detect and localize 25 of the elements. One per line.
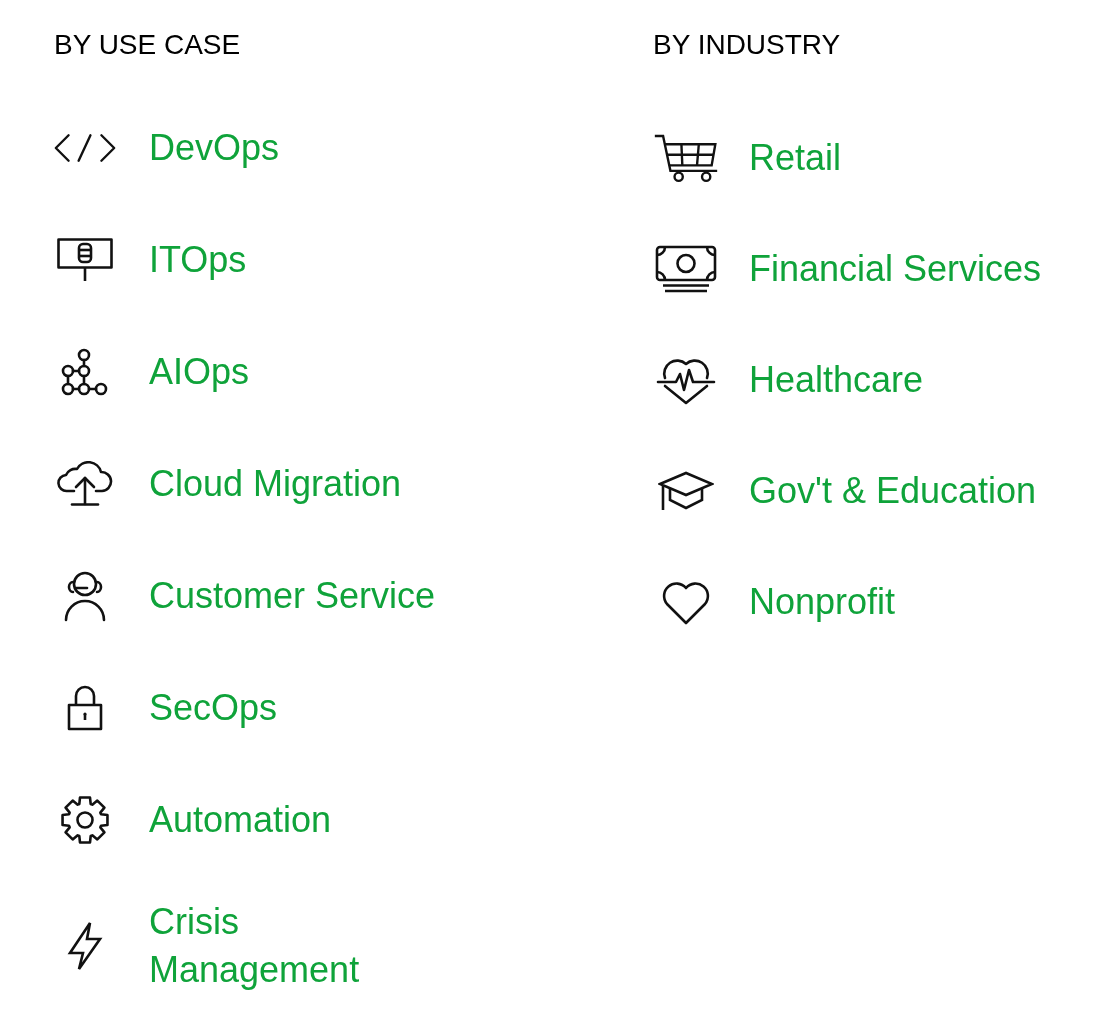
padlock-icon — [67, 685, 103, 731]
headset-person-icon — [63, 570, 107, 622]
code-icon — [54, 132, 116, 164]
menu-link[interactable]: AIOps — [149, 348, 250, 396]
section-heading: BY INDUSTRY — [653, 28, 841, 62]
gear-icon — [60, 795, 110, 845]
banknote-icon — [655, 244, 717, 293]
menu-link[interactable]: Nonprofit — [749, 577, 896, 626]
menu-link[interactable]: Crisis Management — [149, 898, 447, 994]
lightning-bolt-icon — [67, 921, 103, 971]
graduation-cap-icon — [658, 469, 714, 512]
menu-link[interactable]: Retail — [749, 133, 842, 182]
menu-link[interactable]: Cloud Migration — [149, 460, 402, 508]
menu-link[interactable]: Healthcare — [749, 355, 924, 404]
menu-link[interactable]: SecOps — [149, 684, 278, 732]
cloud-upload-icon — [57, 461, 113, 507]
menu-link[interactable]: Automation — [149, 796, 332, 844]
menu-link[interactable]: Gov't & Education — [749, 466, 1037, 515]
database-sign-icon — [57, 238, 113, 282]
menu-link[interactable]: Customer Service — [149, 572, 436, 620]
node-network-icon — [61, 348, 109, 396]
menu-link[interactable]: Financial Services — [749, 244, 1042, 293]
menu-link[interactable]: ITOps — [149, 236, 247, 284]
section-heading: BY USE CASE — [54, 28, 241, 62]
menu-link[interactable]: DevOps — [149, 124, 280, 172]
